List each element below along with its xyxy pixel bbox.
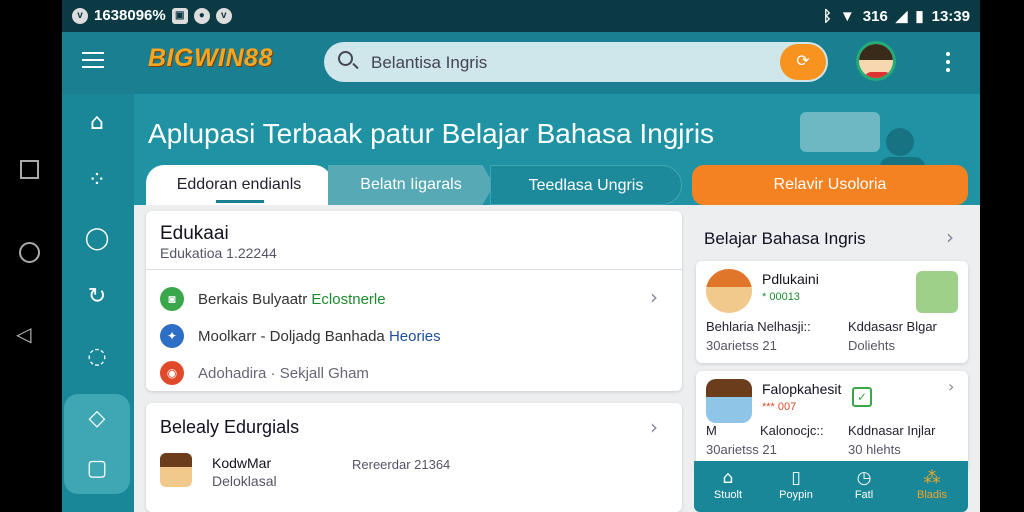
home-icon: ⌂: [722, 468, 734, 488]
item-date: Rereerdar 21364: [352, 457, 451, 472]
course-center-line-1: Kalonocjc::: [760, 423, 824, 438]
card-subtitle: Edukatioa 1.22244: [160, 245, 277, 261]
status-bar: v 1638096% ▣ ● v ᛒ ▼ 316 ◢ ▮ 13:39: [62, 0, 980, 32]
signal-icon: ◢: [895, 8, 908, 25]
page-title: Aplupasi Terbaak patur Belajar Bahasa In…: [148, 118, 715, 149]
check-icon: ✓: [852, 387, 872, 407]
nav-item-home[interactable]: ⌂ Stuolt: [698, 467, 758, 501]
course-rating: * 00013: [762, 291, 800, 303]
tab-2[interactable]: Belatn Iigarals: [328, 165, 494, 205]
nav-label: Poypin: [779, 489, 813, 501]
shield-icon: v: [215, 7, 232, 24]
row-highlight: Heories: [388, 328, 441, 345]
rail-dots-icon[interactable]: ⁘: [82, 166, 112, 196]
rail-refresh-icon[interactable]: ↻: [82, 282, 112, 312]
system-nav-right: [952, 0, 1024, 512]
thumbnail-image: [160, 453, 192, 487]
side-rail: ⌂ ⁘ ◯ ↻ ◌ ◇ ▢: [62, 94, 134, 512]
chevron-right-icon[interactable]: ›: [650, 285, 658, 309]
divider: [146, 269, 682, 270]
rail-home-icon[interactable]: ⌂: [82, 108, 112, 138]
course-left-line-2: 30arietss 21: [706, 442, 777, 457]
course-left-line-1: M: [706, 423, 717, 438]
item-subtitle: Deloklasal: [212, 473, 277, 489]
tab-1[interactable]: Eddoran endianls: [146, 165, 332, 205]
home-button[interactable]: [19, 242, 40, 263]
chevron-right-icon[interactable]: ›: [946, 225, 954, 249]
screen: ◁ v 1638096% ▣ ● v ᛒ ▼ 316 ◢ ▮ 13:39 BIG…: [0, 0, 1024, 512]
chat-icon: ◙: [160, 287, 184, 311]
rail-chat-icon[interactable]: ◯: [82, 224, 112, 254]
avatar-thumbnail: [706, 379, 752, 423]
photo-icon: ▣: [171, 7, 188, 24]
tab-4-cta[interactable]: Relavir Usoloria: [692, 165, 968, 205]
search-input[interactable]: Belantisa Ingris: [371, 53, 487, 73]
profile-avatar[interactable]: [856, 41, 896, 81]
course-left-line-1: Behlaria Nelhasji::: [706, 319, 811, 334]
course-card[interactable]: Pdlukaini * 00013 Behlaria Nelhasji:: 30…: [696, 261, 968, 363]
clock-icon: ◷: [856, 468, 872, 488]
more-options-icon[interactable]: [946, 52, 950, 76]
chevron-right-icon[interactable]: ›: [948, 377, 954, 396]
bottom-navigation: ⌂ Stuolt ▯ Poypin ◷ Fatl ⁂ Bladis: [694, 461, 968, 512]
hamburger-menu-icon[interactable]: [82, 52, 104, 70]
card-title: Edukaai: [160, 223, 229, 244]
notification-icon: v: [72, 7, 88, 24]
course-right-line-2: 30 hlehts: [848, 442, 901, 457]
network-text: 316: [862, 7, 888, 25]
back-button[interactable]: ◁: [16, 322, 31, 346]
row-text: Adohadira · Sekjall Gham: [198, 365, 369, 382]
row-text: Berkais Bulyaatr: [198, 291, 312, 308]
app-window: v 1638096% ▣ ● v ᛒ ▼ 316 ◢ ▮ 13:39 BIGWI…: [62, 0, 980, 512]
nav-item-clock[interactable]: ◷ Fatl: [834, 467, 894, 501]
search-submit-button[interactable]: ⟳: [780, 44, 826, 80]
alert-icon: ◉: [160, 361, 184, 385]
chevron-right-icon[interactable]: ›: [650, 415, 658, 439]
item-name: KodwMar: [212, 455, 272, 471]
education-card: Edukaai Edukatioa 1.22244 ◙ Berkais Buly…: [146, 211, 682, 391]
nav-label: Stuolt: [713, 489, 743, 501]
tutorial-card[interactable]: Belealy Edurgials › KodwMar Deloklasal R…: [146, 403, 682, 512]
course-rating: *** 007: [762, 401, 797, 413]
card-title: Belealy Edurgials: [160, 417, 300, 437]
course-card[interactable]: Falopkahesit *** 007 › ✓ M Kalonocjc:: 3…: [696, 371, 968, 471]
system-nav-left: ◁: [0, 0, 62, 512]
recent-apps-button[interactable]: [20, 160, 39, 179]
rail-circle-icon[interactable]: ◌: [82, 342, 112, 372]
main-content: Edukaai Edukatioa 1.22244 ◙ Berkais Buly…: [134, 205, 980, 512]
nav-item-book[interactable]: ▯ Poypin: [766, 467, 826, 501]
wifi-icon: ▼: [839, 7, 855, 25]
search-icon: [338, 51, 353, 66]
nav-label: Bladis: [917, 489, 947, 501]
person-icon: ✦: [160, 324, 184, 348]
battery-icon: ▮: [915, 8, 924, 25]
course-right-line-2: Doliehts: [848, 338, 895, 353]
book-icon: ▯: [791, 468, 801, 488]
row-text: Moolkarr - Doljadg Banhada: [198, 328, 389, 345]
rail-edit-icon[interactable]: ▢: [82, 454, 112, 484]
app-logo[interactable]: BIGWIN88: [148, 44, 273, 73]
nav-label: Fatl: [854, 489, 874, 501]
course-name: Falopkahesit: [762, 381, 842, 397]
right-panel-title: Belajar Bahasa Ingris: [704, 229, 866, 248]
status-left-text: 1638096%: [94, 7, 166, 24]
people-icon: ⁂: [923, 468, 941, 488]
clock-text: 13:39: [931, 7, 970, 25]
course-name: Pdlukaini: [762, 271, 819, 287]
search-bar[interactable]: Belantisa Ingris ⟳: [324, 42, 828, 82]
app-header: BIGWIN88 Belantisa Ingris ⟳: [62, 32, 980, 94]
tab-3[interactable]: Teedlasa Ungris: [490, 165, 682, 205]
course-right-line-1: Kddasasr Blgar: [848, 319, 937, 334]
row-highlight: Eclostnerle: [311, 291, 386, 308]
rail-diamond-icon[interactable]: ◇: [82, 404, 112, 434]
bluetooth-icon: ᛒ: [822, 7, 832, 25]
avatar-thumbnail: [706, 269, 752, 313]
nav-item-people[interactable]: ⁂ Bladis: [902, 467, 962, 501]
course-left-line-2: 30arietss 21: [706, 338, 777, 353]
course-right-line-1: Kddnasar Injlar: [848, 423, 936, 438]
course-illustration: [916, 271, 958, 313]
record-icon: ●: [193, 7, 210, 24]
